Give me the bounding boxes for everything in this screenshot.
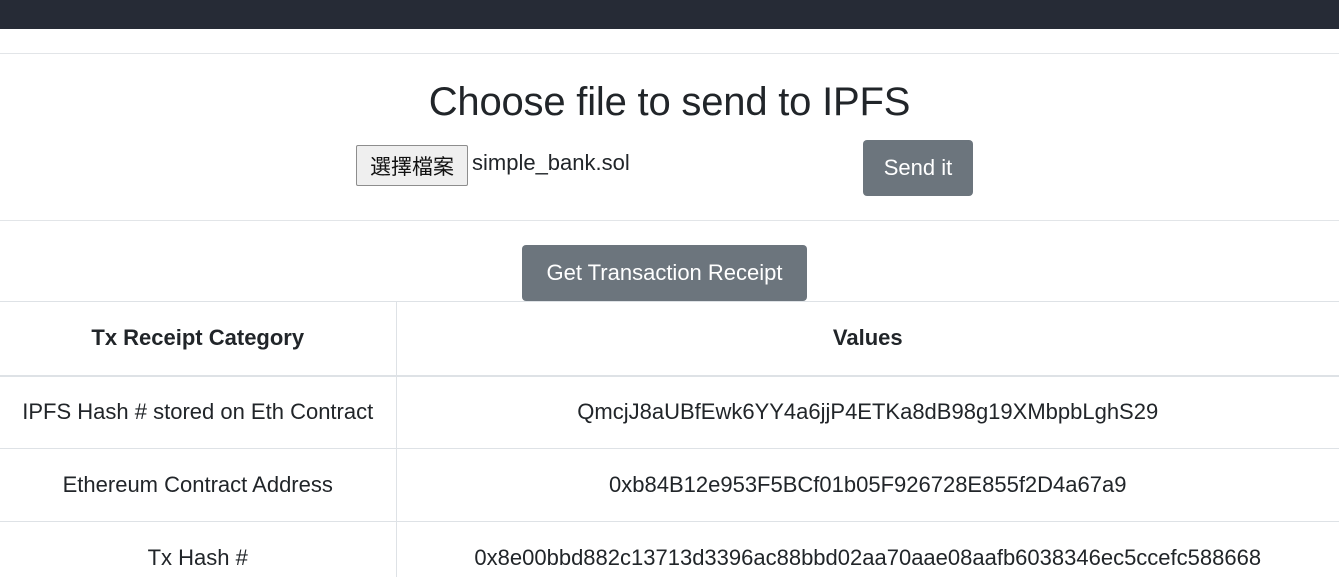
table-row: Ethereum Contract Address 0xb84B12e953F5… <box>0 448 1339 522</box>
page-title: Choose file to send to IPFS <box>428 80 911 124</box>
table-row: IPFS Hash # stored on Eth Contract QmcjJ… <box>0 375 1339 449</box>
top-navbar <box>0 0 1339 29</box>
selected-file-name: simple_bank.sol <box>472 150 630 175</box>
header-values: Values <box>396 301 1339 377</box>
divider-top <box>0 53 1339 54</box>
row-value: QmcjJ8aUBfEwk6YY4a6jjP4ETKa8dB98g19XMbpb… <box>396 375 1339 449</box>
get-transaction-receipt-button[interactable]: Get Transaction Receipt <box>522 245 807 301</box>
row-category: Ethereum Contract Address <box>0 448 397 522</box>
table-row: Tx Hash # 0x8e00bbd882c13713d3396ac88bbd… <box>0 521 1339 577</box>
choose-file-button[interactable]: 選擇檔案 <box>356 145 468 186</box>
table-header-row: Tx Receipt Category Values <box>0 301 1339 377</box>
row-category: Tx Hash # <box>0 521 397 577</box>
divider-middle <box>0 220 1339 221</box>
row-category: IPFS Hash # stored on Eth Contract <box>0 375 397 449</box>
header-category: Tx Receipt Category <box>0 301 397 377</box>
send-it-button[interactable]: Send it <box>863 140 973 196</box>
row-value: 0xb84B12e953F5BCf01b05F926728E855f2D4a67… <box>396 448 1339 522</box>
row-value: 0x8e00bbd882c13713d3396ac88bbd02aa70aae0… <box>396 521 1339 577</box>
receipt-table: Tx Receipt Category Values IPFS Hash # s… <box>0 301 1339 577</box>
